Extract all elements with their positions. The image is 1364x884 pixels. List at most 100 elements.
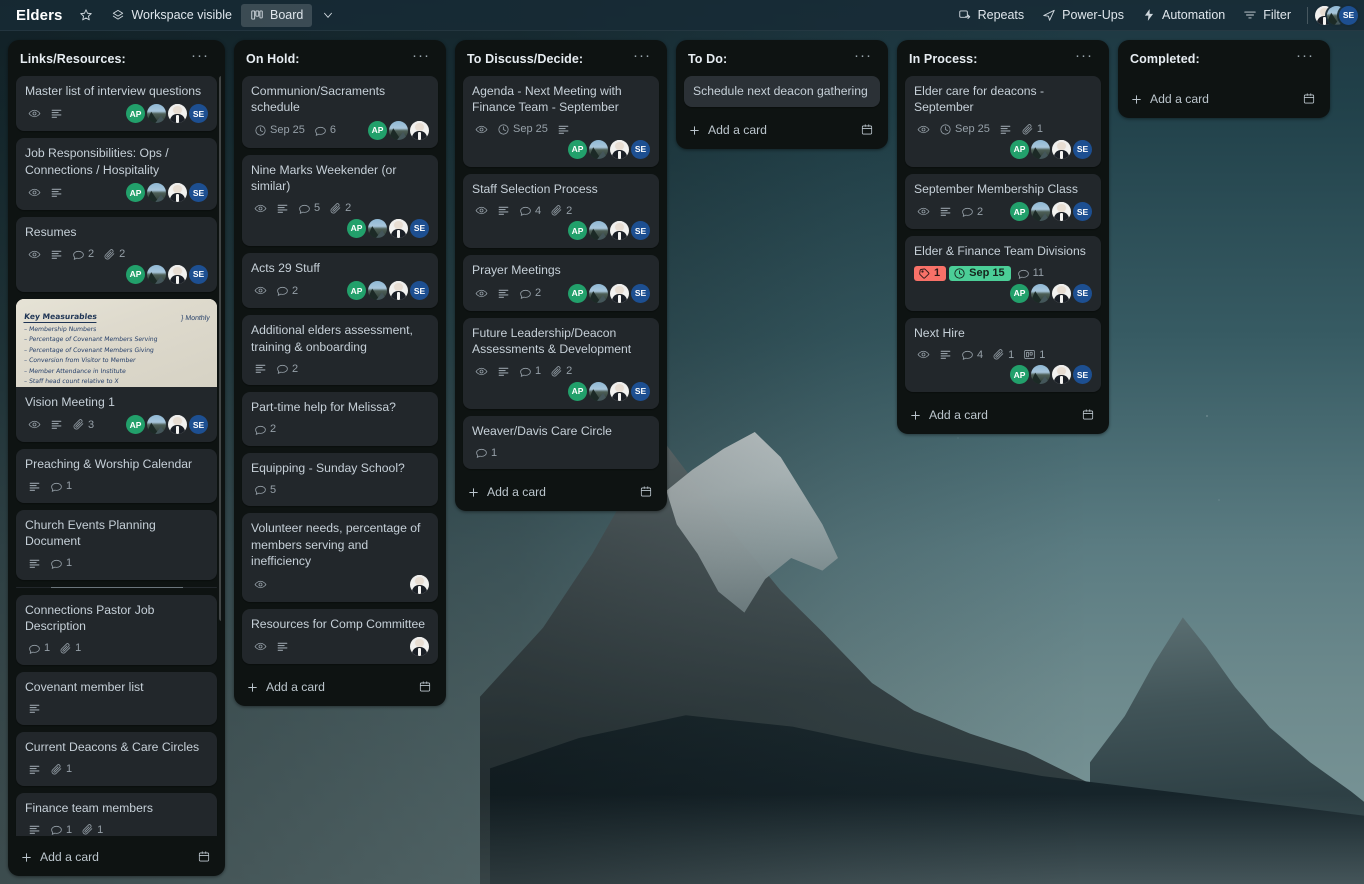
star-board-button[interactable] [70, 4, 102, 27]
card[interactable]: Acts 29 Stuff 2 AP SE [242, 252, 438, 309]
card[interactable]: Prayer Meetings 2 AP SE [463, 255, 659, 311]
list-actions-menu-icon[interactable]: ··· [187, 48, 213, 67]
card[interactable]: September Membership Class 2 AP SE [905, 173, 1101, 230]
avatar[interactable] [410, 120, 429, 140]
view-menu-button[interactable] [312, 4, 344, 27]
avatar[interactable] [1052, 202, 1071, 222]
card[interactable]: Master list of interview questions AP SE [16, 76, 217, 132]
avatar[interactable]: SE [189, 415, 208, 435]
avatar[interactable]: AP [126, 183, 145, 203]
avatar[interactable]: SE [1073, 202, 1092, 222]
automation-button[interactable]: Automation [1133, 4, 1234, 27]
list-actions-menu-icon[interactable]: ··· [629, 48, 655, 67]
avatar[interactable]: SE [410, 281, 429, 301]
avatar[interactable] [147, 415, 166, 435]
card[interactable]: Next Hire 4 1 1 AP SE [905, 317, 1101, 393]
avatar[interactable] [410, 574, 429, 594]
avatar[interactable] [610, 221, 629, 241]
card[interactable]: Agenda - Next Meeting with Finance Team … [463, 76, 659, 167]
card[interactable]: Nine Marks Weekender (or similar) 5 2 AP SE [242, 154, 438, 246]
avatar[interactable] [410, 637, 429, 657]
add-card-button[interactable]: Add a card [238, 672, 442, 702]
avatar[interactable] [610, 139, 629, 159]
avatar[interactable]: SE [1339, 5, 1358, 25]
avatar[interactable]: SE [631, 221, 650, 241]
avatar[interactable]: SE [189, 183, 208, 203]
list-title[interactable]: Completed: [1130, 52, 1200, 66]
avatar[interactable]: SE [631, 139, 650, 159]
avatar[interactable] [168, 104, 187, 124]
avatar[interactable]: AP [347, 281, 366, 301]
avatar[interactable]: SE [189, 264, 208, 284]
avatar[interactable] [168, 415, 187, 435]
avatar[interactable] [1031, 202, 1050, 222]
avatar[interactable]: AP [568, 221, 587, 241]
card-template-icon[interactable] [197, 850, 211, 864]
avatar[interactable] [1031, 139, 1050, 159]
card[interactable]: Communion/Sacraments schedule Sep 25 6 AP [242, 76, 438, 148]
separator-card[interactable] [16, 586, 217, 588]
power-ups-button[interactable]: Power-Ups [1033, 4, 1133, 27]
avatar[interactable]: SE [631, 283, 650, 303]
avatar[interactable]: AP [568, 139, 587, 159]
card[interactable]: Volunteer needs, percentage of members s… [242, 513, 438, 602]
avatar[interactable] [589, 381, 608, 401]
avatar[interactable]: AP [368, 120, 387, 140]
avatar[interactable]: AP [126, 104, 145, 124]
add-card-button[interactable]: Add a card [459, 477, 663, 507]
avatar[interactable]: AP [568, 283, 587, 303]
avatar[interactable] [610, 381, 629, 401]
avatar[interactable]: AP [1010, 202, 1029, 222]
board-title[interactable]: Elders [6, 4, 70, 27]
card[interactable]: Elder care for deacons - September Sep 25… [905, 76, 1101, 167]
avatar[interactable] [147, 183, 166, 203]
card[interactable]: Future Leadership/Deacon Assessments & D… [463, 317, 659, 409]
card-template-icon[interactable] [639, 485, 653, 499]
avatar[interactable] [589, 221, 608, 241]
avatar[interactable]: AP [126, 264, 145, 284]
filter-button[interactable]: Filter [1234, 4, 1300, 27]
avatar[interactable]: AP [1010, 139, 1029, 159]
card[interactable]: Job Responsibilities: Ops / Connections … [16, 138, 217, 211]
card[interactable]: Connections Pastor Job Description 1 1 [16, 594, 217, 665]
avatar[interactable]: SE [189, 104, 208, 124]
list-title[interactable]: To Discuss/Decide: [467, 52, 583, 66]
avatar[interactable]: AP [347, 218, 366, 238]
card[interactable]: Equipping - Sunday School? 5 [242, 452, 438, 507]
list-actions-menu-icon[interactable]: ··· [1292, 48, 1318, 67]
card[interactable]: Weaver/Davis Care Circle 1 [463, 415, 659, 470]
list-title[interactable]: To Do: [688, 52, 727, 66]
card[interactable]: Key Measurables – Membership Numbers – Per… [16, 298, 217, 443]
avatar[interactable] [168, 264, 187, 284]
card[interactable]: Covenant member list [16, 671, 217, 726]
avatar[interactable]: AP [1010, 365, 1029, 385]
add-card-button[interactable]: Add a card [12, 842, 221, 872]
list-title[interactable]: In Process: [909, 52, 978, 66]
avatar[interactable] [389, 218, 408, 238]
list-actions-menu-icon[interactable]: ··· [1071, 48, 1097, 67]
avatar[interactable] [610, 283, 629, 303]
list-title[interactable]: Links/Resources: [20, 52, 126, 66]
avatar[interactable]: SE [1073, 283, 1092, 303]
avatar[interactable]: AP [126, 415, 145, 435]
avatar[interactable] [147, 104, 166, 124]
avatar[interactable] [1031, 365, 1050, 385]
list-title[interactable]: On Hold: [246, 52, 300, 66]
card[interactable]: Part-time help for Melissa? 2 [242, 392, 438, 446]
card-template-icon[interactable] [1302, 92, 1316, 106]
avatar[interactable]: SE [1073, 139, 1092, 159]
board-members-avatars[interactable]: SE [1315, 5, 1360, 25]
avatar[interactable] [1031, 283, 1050, 303]
card[interactable]: Current Deacons & Care Circles 1 [16, 732, 217, 786]
add-card-button[interactable]: Add a card [680, 115, 884, 145]
board-view-switcher[interactable]: Board [240, 3, 313, 27]
avatar[interactable] [1052, 283, 1071, 303]
avatar[interactable] [168, 183, 187, 203]
list-actions-menu-icon[interactable]: ··· [850, 48, 876, 67]
card-template-icon[interactable] [418, 680, 432, 694]
card[interactable]: Staff Selection Process 4 2 AP SE [463, 173, 659, 249]
card-template-icon[interactable] [860, 123, 874, 137]
avatar[interactable]: SE [631, 381, 650, 401]
avatar[interactable]: SE [1073, 365, 1092, 385]
card[interactable]: Resources for Comp Committee [242, 608, 438, 665]
